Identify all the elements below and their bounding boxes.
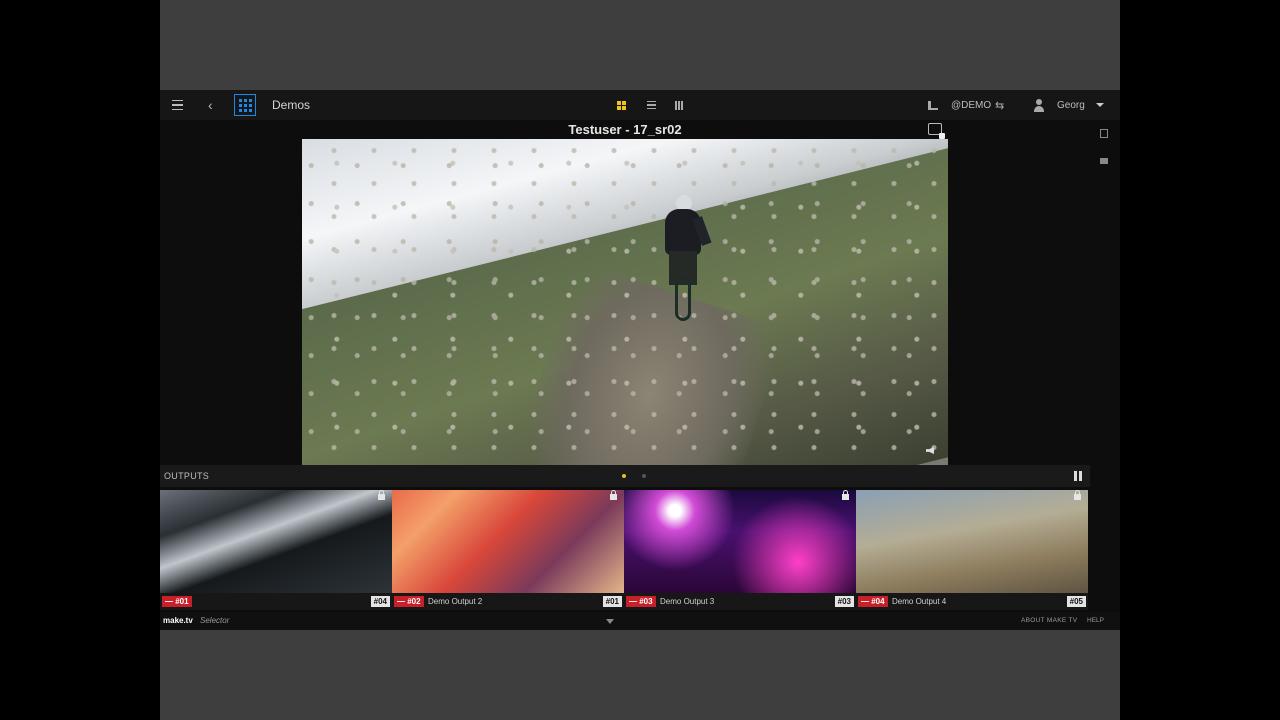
- output-tile-bar: [392, 593, 624, 610]
- output-thumbnail: [624, 490, 856, 593]
- back-icon[interactable]: ‹: [208, 90, 220, 120]
- output-tile-bar: [160, 593, 392, 610]
- top-bar: ‹ Demos @DEMO ⇆ Georg: [160, 90, 1120, 120]
- user-name[interactable]: Georg: [1057, 90, 1085, 120]
- grid-view-icon[interactable]: [614, 90, 628, 120]
- lock-icon[interactable]: [378, 490, 385, 500]
- output-tile[interactable]: — #04 Demo Output 4 #05: [856, 490, 1088, 610]
- video-frame-rocks: [302, 139, 948, 465]
- page-dot[interactable]: [642, 474, 646, 478]
- caret-down-icon[interactable]: [1096, 90, 1104, 120]
- output-tile[interactable]: — #02 Demo Output 2 #01: [392, 490, 624, 610]
- video-player[interactable]: [302, 139, 948, 465]
- input-number-badge: #04: [370, 596, 390, 607]
- output-name: Demo Output 2: [428, 597, 483, 606]
- list-view-icon[interactable]: [644, 90, 658, 120]
- output-tile-bar: [624, 593, 856, 610]
- side-panel-icon[interactable]: [1100, 129, 1108, 138]
- help-link[interactable]: HELP: [1087, 612, 1104, 630]
- about-link[interactable]: ABOUT MAKE TV: [1021, 612, 1077, 630]
- input-number-badge: #03: [834, 596, 854, 607]
- output-tile[interactable]: — #01 #04: [160, 490, 392, 610]
- product-name: Selector: [200, 616, 230, 625]
- output-number-badge: — #03: [626, 596, 656, 607]
- menu-icon[interactable]: [170, 90, 184, 120]
- organization-label[interactable]: @DEMO: [951, 90, 991, 120]
- lock-icon[interactable]: [842, 490, 849, 500]
- collapse-icon[interactable]: [606, 619, 614, 624]
- apps-grid-icon[interactable]: [234, 94, 256, 116]
- input-number-badge: #01: [602, 596, 622, 607]
- output-number-badge: — #01: [162, 596, 192, 607]
- output-tile[interactable]: — #03 Demo Output 3 #03: [624, 490, 856, 610]
- footer: make.tv Selector ABOUT MAKE TV HELP: [160, 612, 1120, 630]
- shuffle-icon[interactable]: ⇆: [995, 90, 1004, 120]
- breadcrumb[interactable]: Demos: [272, 90, 310, 120]
- lock-icon[interactable]: [1074, 490, 1081, 500]
- page-dot-active[interactable]: [622, 474, 626, 478]
- outputs-label: OUTPUTS: [164, 471, 210, 481]
- output-name: Demo Output 3: [660, 597, 715, 606]
- make-tv-logo: make.tv: [163, 616, 193, 625]
- video-frame-rider: [657, 195, 712, 321]
- output-thumbnail: [856, 490, 1088, 593]
- output-number-badge: — #02: [394, 596, 424, 607]
- output-number-badge: — #04: [858, 596, 888, 607]
- user-icon[interactable]: [1032, 90, 1046, 120]
- selector-app: ‹ Demos @DEMO ⇆ Georg Testuser - 17_sr02…: [160, 90, 1120, 630]
- output-tile-bar: [856, 593, 1088, 610]
- input-number-badge: #05: [1066, 596, 1086, 607]
- map-view-icon[interactable]: [672, 90, 686, 120]
- snapshot-icon[interactable]: [928, 123, 945, 139]
- output-thumbnail: [160, 490, 392, 593]
- lock-icon[interactable]: [610, 490, 617, 500]
- stream-title: Testuser - 17_sr02: [568, 122, 682, 137]
- chat-icon[interactable]: [1100, 158, 1108, 164]
- station-icon[interactable]: [926, 90, 940, 120]
- output-thumbnail: [392, 490, 624, 593]
- outputs-header: OUTPUTS: [160, 465, 1090, 487]
- output-name: Demo Output 4: [892, 597, 947, 606]
- pause-icon[interactable]: [1074, 471, 1082, 481]
